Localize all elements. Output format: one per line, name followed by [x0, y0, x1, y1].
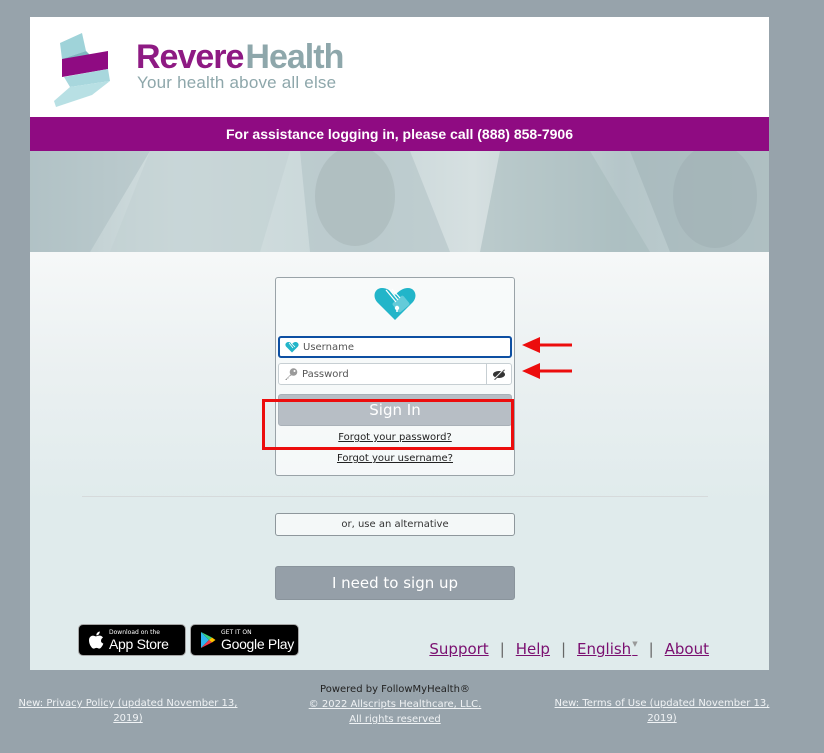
- assistance-banner: For assistance logging in, please call (…: [30, 117, 769, 151]
- terms-of-use-link[interactable]: New: Terms of Use (updated November 13, …: [548, 696, 776, 726]
- language-selector[interactable]: English▼: [577, 640, 638, 658]
- brand-header: RevereHealth Your health above all else: [30, 17, 769, 117]
- forgot-username-link[interactable]: Forgot your username?: [276, 453, 514, 464]
- forgot-password-link[interactable]: Forgot your password?: [276, 432, 514, 443]
- help-link[interactable]: Help: [516, 640, 550, 658]
- rights-reserved-link[interactable]: All rights reserved: [300, 712, 490, 727]
- google-play-small-text: GET IT ON: [221, 628, 252, 636]
- username-annotation-arrow-icon: [522, 337, 572, 353]
- username-input[interactable]: [303, 338, 510, 356]
- password-field[interactable]: [278, 363, 512, 385]
- footer-separator: |: [499, 640, 505, 658]
- password-input[interactable]: [302, 364, 486, 384]
- brand-name-health: Health: [245, 38, 344, 76]
- heart-lock-icon: [374, 288, 416, 320]
- footer-separator: |: [648, 640, 654, 658]
- login-form: Sign In Forgot your password? Forgot you…: [275, 277, 515, 476]
- footer-separator: |: [560, 640, 567, 658]
- key-icon: [283, 367, 299, 381]
- hero-photo-banner: [30, 151, 769, 252]
- sign-in-button[interactable]: Sign In: [278, 394, 512, 426]
- brand-name-revere: Revere: [136, 38, 244, 76]
- app-store-small-text: Download on the: [109, 628, 160, 636]
- revere-health-logo-icon: [54, 33, 110, 107]
- about-link[interactable]: About: [665, 640, 709, 658]
- google-play-badge[interactable]: GET IT ON Google Play: [190, 624, 299, 656]
- login-card: RevereHealth Your health above all else …: [30, 17, 769, 670]
- caret-down-icon: ▼: [632, 640, 638, 648]
- login-area: Sign In Forgot your password? Forgot you…: [30, 252, 769, 670]
- apple-icon: [83, 631, 109, 650]
- password-annotation-arrow-icon: [522, 363, 572, 379]
- privacy-policy-link[interactable]: New: Privacy Policy (updated November 13…: [12, 696, 244, 726]
- username-field[interactable]: [278, 336, 512, 358]
- heart-shield-icon: [284, 340, 300, 354]
- app-store-big-text: App Store: [109, 635, 169, 652]
- brand-tagline: Your health above all else: [137, 73, 337, 92]
- hero-photo-decoration: [30, 151, 769, 252]
- eye-slash-icon: [493, 368, 505, 380]
- copyright-block: Powered by FollowMyHealth® © 2022 Allscr…: [300, 682, 490, 727]
- show-password-toggle[interactable]: [486, 364, 511, 384]
- alternative-login-button[interactable]: or, use an alternative: [275, 513, 515, 536]
- footer-links: Support | Help | English▼ | About: [429, 640, 709, 658]
- section-divider: [82, 496, 708, 497]
- powered-by-text: Powered by FollowMyHealth®: [320, 684, 470, 695]
- app-store-badge[interactable]: Download on the App Store: [78, 624, 186, 656]
- google-play-icon: [195, 631, 221, 649]
- support-link[interactable]: Support: [429, 640, 488, 658]
- sign-up-button[interactable]: I need to sign up: [275, 566, 515, 600]
- language-label: English: [577, 640, 632, 658]
- copyright-link[interactable]: © 2022 Allscripts Healthcare, LLC.: [300, 697, 490, 712]
- google-play-big-text: Google Play: [221, 635, 294, 652]
- brand-name: RevereHealth: [136, 38, 344, 76]
